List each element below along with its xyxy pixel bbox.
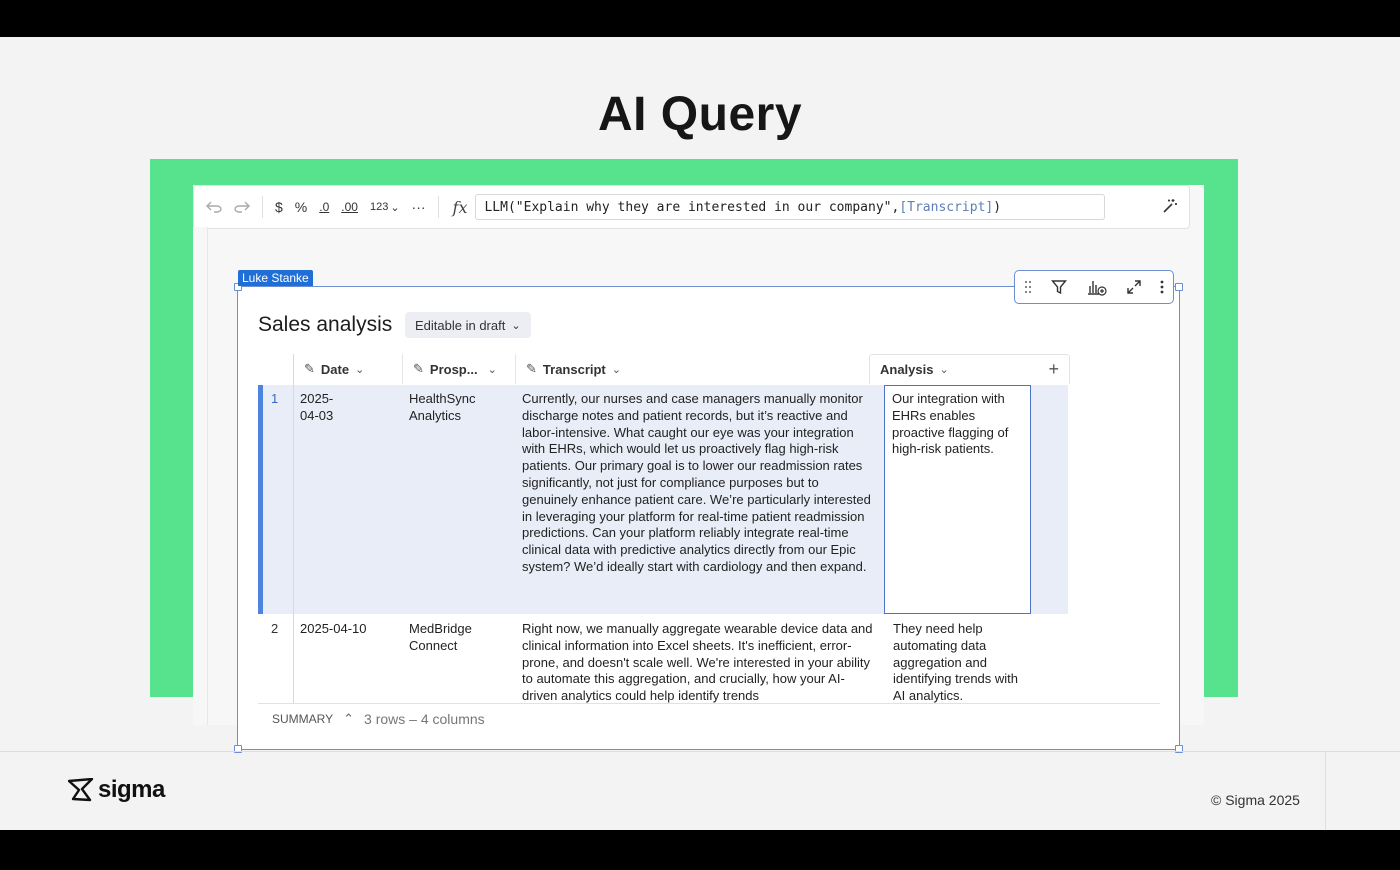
- summary-label: SUMMARY: [272, 711, 334, 726]
- formula-column-ref: [Transcript]: [899, 199, 994, 215]
- column-header-analysis[interactable]: Analysis ⌄ +: [869, 354, 1070, 384]
- pencil-icon: ✎: [304, 361, 315, 376]
- chevron-down-icon[interactable]: ⌄: [355, 363, 364, 376]
- expand-icon[interactable]: [1127, 280, 1141, 294]
- pencil-icon: ✎: [526, 361, 537, 376]
- chevron-down-icon[interactable]: ⌄: [488, 363, 497, 376]
- sigma-workbook: $ % .0 .00 123 ⌄ ··· fx LLM("Explain why…: [193, 185, 1204, 753]
- selected-cell-analysis[interactable]: Our integration with EHRs enables proact…: [884, 385, 1031, 614]
- table-element[interactable]: Sales analysis Editable in draft ⌄ ✎ Dat…: [234, 283, 1183, 753]
- sigma-logo-icon: [68, 778, 94, 802]
- slide: AI Query $ % .0 .00 123 ⌄ ··· fx LLM("Ex…: [0, 37, 1400, 830]
- cell-prospect[interactable]: MedBridge Connect: [409, 621, 505, 655]
- increase-decimals-button[interactable]: .00: [335, 192, 364, 222]
- column-label: Prosp...: [429, 361, 478, 377]
- toolbar-divider: [262, 196, 263, 218]
- badge-label: Editable in draft: [415, 317, 506, 333]
- cell-transcript[interactable]: Right now, we manually aggregate wearabl…: [522, 621, 876, 703]
- currency-button[interactable]: $: [269, 192, 289, 222]
- cell-date[interactable]: 2025-04-10: [300, 621, 367, 638]
- cell-transcript[interactable]: Currently, our nurses and case managers …: [522, 391, 876, 576]
- column-label: Date: [320, 361, 350, 377]
- sigma-logo: sigma: [68, 776, 165, 804]
- more-vertical-icon[interactable]: [1160, 280, 1164, 294]
- chevron-down-icon[interactable]: ⌄: [612, 363, 621, 376]
- row-number: 1: [271, 391, 279, 406]
- add-column-icon[interactable]: +: [1048, 359, 1059, 380]
- slide-title: AI Query: [597, 88, 803, 141]
- chevron-down-icon: ⌄: [390, 201, 400, 214]
- filter-icon[interactable]: [1051, 279, 1068, 295]
- chevron-down-icon[interactable]: ⌄: [939, 363, 948, 376]
- footer-divider: [0, 751, 1400, 752]
- logo-wordmark: sigma: [98, 776, 165, 803]
- element-title: Sales analysis: [258, 313, 393, 336]
- formula-text: LLM("Explain why they are interested in …: [484, 199, 900, 215]
- chevron-up-icon[interactable]: ⌃: [343, 711, 354, 727]
- cell-date[interactable]: 2025-04-03: [300, 391, 333, 425]
- row-selection-indicator: [258, 385, 263, 614]
- summary-counts: 3 rows – 4 columns: [364, 710, 485, 727]
- magic-wand-icon[interactable]: [1161, 197, 1179, 220]
- row-number: 2: [271, 621, 279, 636]
- format-toolbar: $ % .0 .00 123 ⌄ ··· fx LLM("Explain why…: [193, 185, 1190, 229]
- copyright-text: © Sigma 2025: [1211, 792, 1300, 808]
- formula-bar-input[interactable]: LLM("Explain why they are interested in …: [475, 194, 1106, 220]
- more-format-button[interactable]: ···: [406, 192, 432, 222]
- redo-icon[interactable]: [228, 192, 256, 222]
- chevron-down-icon: ⌄: [511, 319, 521, 332]
- column-header-date[interactable]: ✎ Date ⌄: [293, 354, 402, 384]
- resize-handle[interactable]: [1175, 283, 1183, 291]
- number-format-label: 123: [369, 201, 389, 213]
- percent-button[interactable]: %: [289, 192, 313, 222]
- column-header-prospect[interactable]: ✎ Prosp... ⌄: [402, 354, 515, 384]
- summary-bar[interactable]: SUMMARY ⌃ 3 rows – 4 columns: [258, 703, 1160, 733]
- column-header-transcript[interactable]: ✎ Transcript ⌄: [515, 354, 869, 384]
- add-chart-icon[interactable]: [1086, 278, 1108, 296]
- formula-close: ): [993, 199, 1002, 215]
- column-label: Analysis: [880, 362, 934, 377]
- cell-prospect[interactable]: HealthSync Analytics: [409, 391, 505, 425]
- left-rail: [193, 227, 208, 725]
- cell-analysis[interactable]: They need help automating data aggregati…: [893, 621, 1027, 703]
- element-toolbar: [1014, 270, 1174, 304]
- toolbar-divider: [437, 196, 439, 218]
- table-header: ✎ Date ⌄ ✎ Prosp... ⌄ ✎ Transcript ⌄ Ana…: [293, 354, 1070, 384]
- editor-presence-tag: Luke Stanke: [238, 270, 313, 286]
- editable-badge[interactable]: Editable in draft ⌄: [405, 312, 531, 338]
- number-format-button[interactable]: 123 ⌄: [364, 192, 406, 222]
- drag-handle-icon[interactable]: [1024, 280, 1032, 294]
- footer-divider: [1325, 751, 1326, 830]
- column-label: Transcript: [542, 361, 606, 377]
- table-row[interactable]: 2 2025-04-10 MedBridge Connect Right now…: [258, 615, 1068, 703]
- decrease-decimals-button[interactable]: .0: [313, 192, 335, 222]
- undo-icon[interactable]: [200, 192, 228, 222]
- pencil-icon: ✎: [413, 361, 424, 376]
- function-icon[interactable]: fx: [453, 198, 468, 217]
- cell-analysis-text: Our integration with EHRs enables proact…: [892, 391, 1009, 457]
